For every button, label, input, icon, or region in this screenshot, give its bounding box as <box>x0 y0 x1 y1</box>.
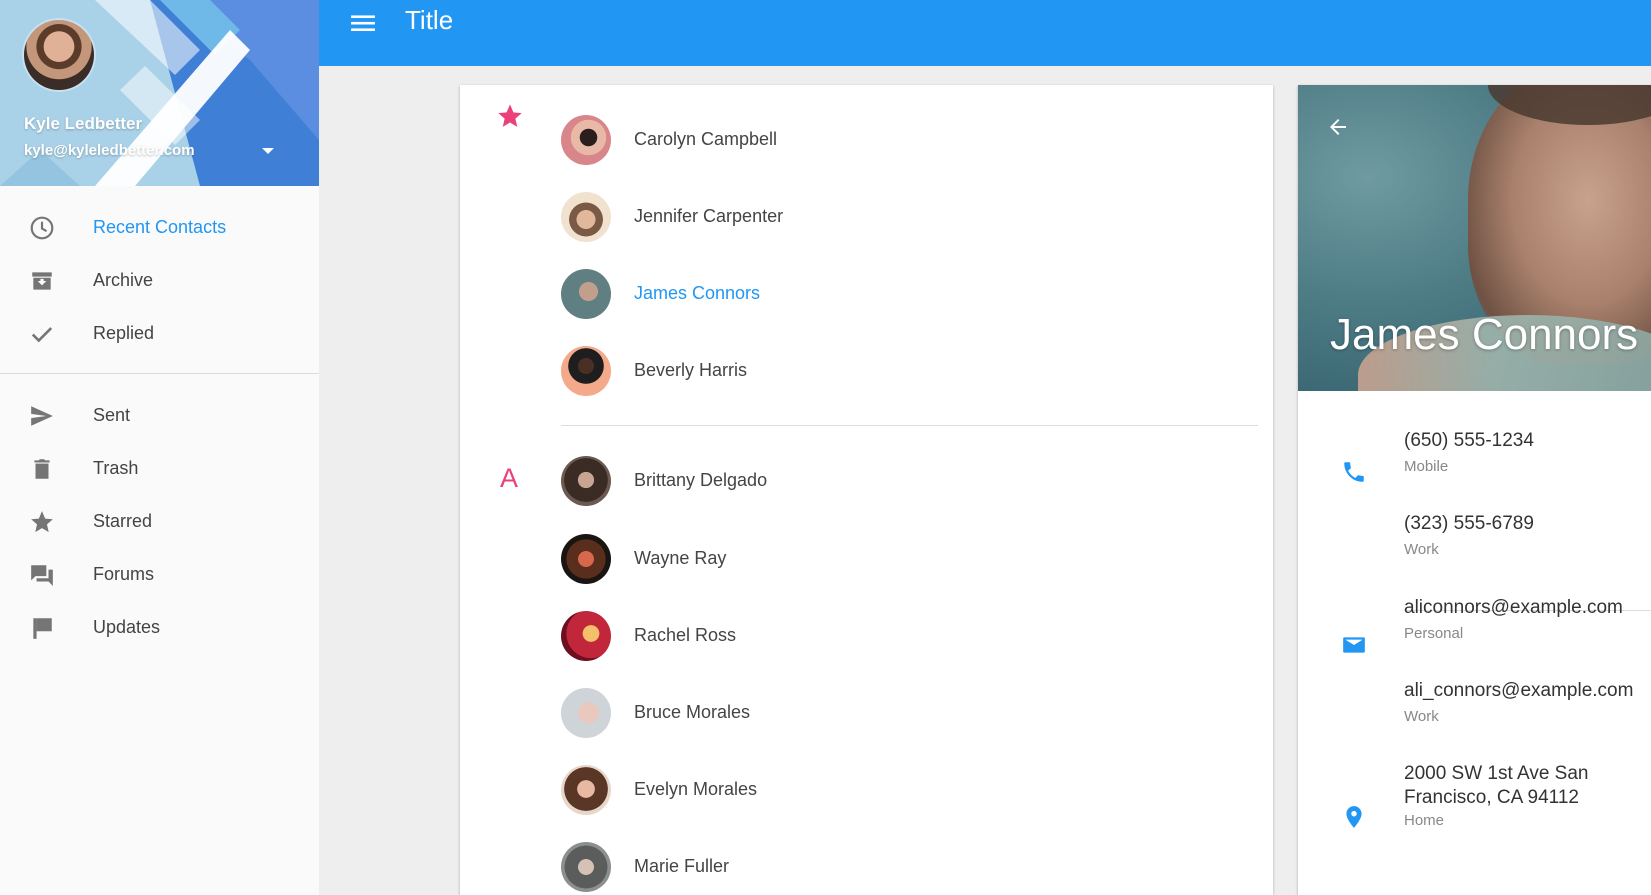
contact-row[interactable]: Evelyn Morales <box>460 758 1273 820</box>
contact-row[interactable]: Marie Fuller <box>460 835 1273 895</box>
avatar <box>561 192 611 242</box>
sidebar-item-recent-contacts[interactable]: Recent Contacts <box>0 202 319 252</box>
trash-icon <box>28 455 56 483</box>
address-text[interactable]: 2000 SW 1st Ave San Francisco, CA 94112 <box>1404 762 1634 810</box>
sidebar-item-label: Forums <box>93 563 155 584</box>
sidebar-item-starred[interactable]: Starred <box>0 496 319 546</box>
contact-detail-name: James Connors <box>1330 310 1639 359</box>
avatar <box>561 115 611 165</box>
clock-icon <box>28 214 56 242</box>
location-pin-icon <box>1340 803 1368 831</box>
avatar <box>561 688 611 738</box>
sidebar-item-trash[interactable]: Trash <box>0 443 319 493</box>
menu-icon[interactable] <box>349 9 377 37</box>
email-address[interactable]: aliconnors@example.com <box>1404 597 1623 619</box>
account-header: Kyle Ledbetter kyle@kyleledbetter.com <box>0 0 319 186</box>
contact-row-selected[interactable]: James Connors <box>460 262 1273 324</box>
avatar <box>561 534 611 584</box>
contact-row[interactable]: Jennifer Carpenter <box>460 185 1273 247</box>
sidebar-item-label: Replied <box>93 322 155 343</box>
page-title: Title <box>405 5 454 35</box>
navigation-drawer: Kyle Ledbetter kyle@kyleledbetter.com Re… <box>0 0 319 895</box>
star-icon <box>28 508 56 536</box>
contact-row[interactable]: Rachel Ross <box>460 604 1273 666</box>
contact-row[interactable]: Bruce Morales <box>460 681 1273 743</box>
phone-type: Mobile <box>1404 458 1449 475</box>
account-dropdown-icon[interactable] <box>262 148 274 154</box>
sidebar-item-label: Recent Contacts <box>93 216 227 237</box>
contact-row[interactable]: Wayne Ray <box>460 527 1273 589</box>
contact-row[interactable]: Carolyn Campbell <box>460 108 1273 170</box>
contact-name: Wayne Ray <box>634 548 727 568</box>
avatar <box>561 765 611 815</box>
contact-row[interactable]: Brittany Delgado <box>460 449 1273 511</box>
contact-row[interactable]: Beverly Harris <box>460 339 1273 401</box>
contact-name: Rachel Ross <box>634 625 737 645</box>
sidebar-item-sent[interactable]: Sent <box>0 390 319 440</box>
contact-name: Jennifer Carpenter <box>634 206 784 226</box>
account-name: Kyle Ledbetter <box>24 114 143 133</box>
contact-name: James Connors <box>634 283 761 303</box>
contact-name: Marie Fuller <box>634 856 730 876</box>
avatar <box>561 456 611 506</box>
app-bar: Title <box>319 0 1651 66</box>
email-icon <box>1340 631 1368 659</box>
phone-number[interactable]: (323) 555-6789 <box>1404 513 1534 535</box>
send-icon <box>28 402 56 430</box>
avatar <box>561 611 611 661</box>
flag-icon <box>28 614 56 642</box>
contact-name: Evelyn Morales <box>634 779 758 799</box>
account-email: kyle@kyleledbetter.com <box>24 142 195 159</box>
avatar <box>561 269 611 319</box>
email-address[interactable]: ali_connors@example.com <box>1404 680 1633 702</box>
contact-hero-image: James Connors <box>1298 85 1651 391</box>
sidebar-item-updates[interactable]: Updates <box>0 602 319 652</box>
contact-list: Carolyn Campbell Jennifer Carpenter Jame… <box>460 85 1273 895</box>
email-type: Work <box>1404 708 1439 725</box>
avatar <box>561 346 611 396</box>
account-avatar[interactable] <box>24 20 94 90</box>
contact-name: Brittany Delgado <box>634 470 768 490</box>
address-type: Home <box>1404 812 1445 829</box>
phone-icon <box>1340 458 1368 486</box>
sidebar-item-label: Starred <box>93 510 153 531</box>
archive-icon <box>28 267 56 295</box>
sidebar-item-label: Updates <box>93 616 161 637</box>
sidebar-item-label: Sent <box>93 404 131 425</box>
contact-detail-card: James Connors (650) 555-1234 Mobile (323… <box>1298 85 1651 895</box>
avatar <box>561 842 611 892</box>
forum-icon <box>28 561 56 589</box>
sidebar-item-label: Archive <box>93 269 154 290</box>
contact-name: Carolyn Campbell <box>634 129 778 149</box>
list-divider <box>561 425 1258 426</box>
back-arrow-icon[interactable] <box>1324 113 1352 141</box>
contact-name: Bruce Morales <box>634 702 751 722</box>
sidebar-item-forums[interactable]: Forums <box>0 549 319 599</box>
sidebar-divider <box>0 373 319 374</box>
contact-name: Beverly Harris <box>634 360 748 380</box>
phone-type: Work <box>1404 541 1439 558</box>
sidebar-item-label: Trash <box>93 457 139 478</box>
sidebar-item-replied[interactable]: Replied <box>0 308 319 358</box>
phone-number[interactable]: (650) 555-1234 <box>1404 430 1534 452</box>
sidebar-item-archive[interactable]: Archive <box>0 255 319 305</box>
check-icon <box>28 320 56 348</box>
email-type: Personal <box>1404 625 1464 642</box>
